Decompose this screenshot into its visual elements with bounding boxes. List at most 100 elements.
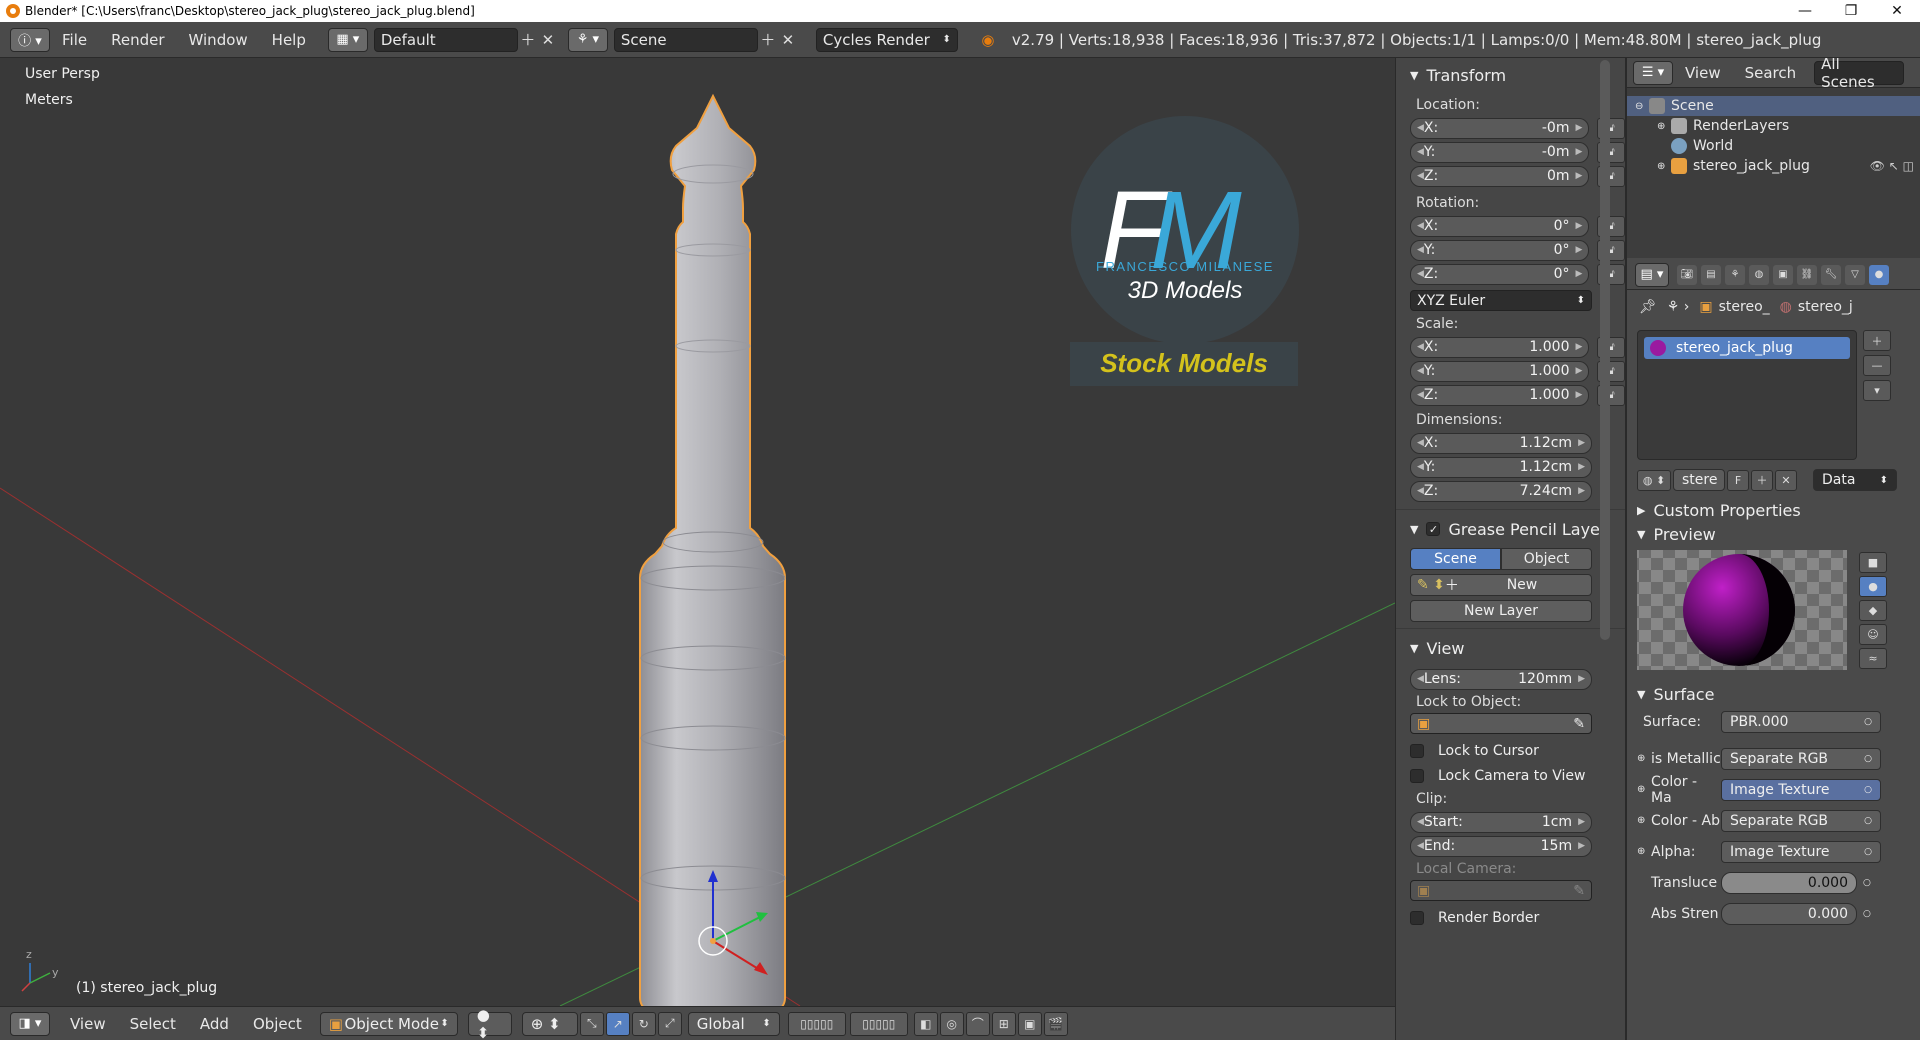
local-camera-field[interactable]: ▣ ✎ [1410,880,1592,901]
modifiers-tab-icon[interactable]: 🔧︎ [1821,264,1841,285]
translucency-field[interactable]: 0.000 [1721,871,1857,894]
material-tab-icon[interactable]: ● [1869,264,1889,285]
minimize-button[interactable]: — [1782,0,1828,22]
input-link-select[interactable]: Image Texture ○ [1721,778,1881,801]
increment-arrow-icon[interactable]: ▶ [1575,366,1582,376]
surface-select[interactable]: PBR.000 ○ [1721,710,1881,733]
clip-end-field[interactable]: ◀ End: 15m ▶ [1410,835,1592,857]
outliner-menu-search[interactable]: Search [1733,64,1809,82]
outliner-menu-view[interactable]: View [1673,64,1733,82]
expand-icon[interactable]: ⊕ [1657,161,1671,172]
pin-icon[interactable]: 📌︎ [1639,299,1657,315]
layout-name-field[interactable]: Default [373,27,518,52]
scale-manipulator-icon[interactable]: ⤢ [657,1011,682,1036]
increment-arrow-icon[interactable]: ▶ [1575,245,1582,255]
scene-tab-icon[interactable]: ⚘ [1725,264,1745,285]
data-tab-icon[interactable]: ▽ [1845,264,1865,285]
preview-hair-icon[interactable]: ≈ [1859,648,1887,669]
close-button[interactable]: ✕ [1874,0,1920,22]
location-z-field[interactable]: ◀ Z: 0m ▶ [1410,165,1590,187]
editor-type-outliner-icon[interactable]: ☰ ▾ [1633,60,1673,85]
menu-window[interactable]: Window [177,31,260,49]
rotation-x-field[interactable]: ◀ X: 0° ▶ [1410,215,1590,237]
expand-input-icon[interactable]: ⊕ [1637,753,1651,764]
grease-pencil-object-tab[interactable]: Object [1501,548,1592,570]
outliner-item-stereo-jack-plug[interactable]: ⊕ stereo_jack_plug 👁︎ ↖ ◫ [1627,156,1920,176]
preview-cube-icon[interactable]: ◆ [1859,600,1887,621]
rotation-y-field[interactable]: ◀ Y: 0° ▶ [1410,239,1590,261]
orientation-select[interactable]: Global ⬍ [687,1011,780,1036]
add-layout-icon[interactable]: ＋ [518,29,538,51]
custom-properties-header[interactable]: ▶ Custom Properties [1627,498,1920,522]
increment-arrow-icon[interactable]: ▶ [1578,462,1585,472]
remove-layout-icon[interactable]: ✕ [538,29,558,51]
constraints-tab-icon[interactable]: ⛓ [1797,264,1817,285]
preview-header[interactable]: ▼ Preview [1627,522,1920,546]
location-x-field[interactable]: ◀ X: -0m ▶ [1410,117,1590,139]
add-scene-icon[interactable]: ＋ [758,29,778,51]
increment-arrow-icon[interactable]: ▶ [1578,674,1585,684]
add-slot-icon[interactable]: ＋ [1863,330,1891,351]
decrement-arrow-icon[interactable]: ◀ [1417,245,1424,255]
menu-view[interactable]: View [58,1015,118,1033]
outliner-item-world[interactable]: World [1627,136,1920,156]
screen-layout-icon[interactable]: ▦ ▾ [327,27,368,52]
expand-input-icon[interactable]: ⊕ [1637,784,1651,795]
material-slot-item[interactable]: stereo_jack_plug [1644,337,1850,359]
increment-arrow-icon[interactable]: ▶ [1575,342,1582,352]
rotation-z-field[interactable]: ◀ Z: 0° ▶ [1410,263,1590,285]
visibility-eye-icon[interactable]: 👁︎ ↖ ◫ [1870,159,1914,173]
menu-add[interactable]: Add [188,1015,241,1033]
eyedropper-icon[interactable]: ✎ [1573,716,1585,732]
increment-arrow-icon[interactable]: ▶ [1578,841,1585,851]
decrement-arrow-icon[interactable]: ◀ [1417,342,1424,352]
render-tab-icon[interactable]: 📷︎ [1677,264,1697,285]
increment-arrow-icon[interactable]: ▶ [1575,171,1582,181]
snap-toggle-icon[interactable]: ⌒ [965,1011,990,1036]
outliner-item-scene[interactable]: ⊖ Scene [1627,96,1920,116]
pivot-select[interactable]: ⊕ ⬍ [521,1011,578,1036]
browse-material-icon[interactable]: ◍ ⬍ [1637,469,1671,491]
decrement-arrow-icon[interactable]: ◀ [1417,486,1424,496]
render-border-checkbox[interactable]: Render Border [1396,905,1625,930]
dimensions-z-field[interactable]: ◀ Z: 7.24cm ▶ [1410,480,1592,502]
dimensions-x-field[interactable]: ◀ X: 1.12cm ▶ [1410,432,1592,454]
sidebar-scrollbar[interactable] [1600,60,1610,640]
rotate-manipulator-icon[interactable]: ↻ [631,1011,656,1036]
material-name-field[interactable]: stere [1673,469,1725,491]
outliner-item-renderlayers[interactable]: ⊕ RenderLayers [1627,116,1920,136]
preview-sphere-icon[interactable]: ● [1859,576,1887,597]
proportional-edit-icon[interactable]: ◎ [939,1011,964,1036]
manipulator-toggle-icon[interactable]: ⤡ [579,1011,604,1036]
rotation-mode-select[interactable]: XYZ Euler ⬍ [1410,290,1592,311]
input-link-select[interactable]: Image Texture ○ [1721,840,1881,863]
render-engine-select[interactable]: Cycles Render ⬍ [815,27,958,52]
decrement-arrow-icon[interactable]: ◀ [1417,147,1424,157]
lens-field[interactable]: ◀ Lens: 120mm ▶ [1410,668,1592,690]
increment-arrow-icon[interactable]: ▶ [1578,817,1585,827]
layers-grid-2[interactable]: ▯▯▯▯▯ [849,1011,908,1036]
decrement-arrow-icon[interactable]: ◀ [1417,366,1424,376]
increment-arrow-icon[interactable]: ▶ [1575,221,1582,231]
eyedropper-icon[interactable]: ✎ [1573,883,1585,899]
lock-to-object-field[interactable]: ▣ ✎ [1410,713,1592,734]
unlink-material-icon[interactable]: ✕ [1775,469,1797,491]
render-animation-icon[interactable]: 🎬 [1043,1011,1068,1036]
remove-slot-icon[interactable]: — [1863,355,1891,376]
world-tab-icon[interactable]: ◍ [1749,264,1769,285]
input-link-select[interactable]: Separate RGB ○ [1721,747,1881,770]
renderlayers-tab-icon[interactable]: ▤ [1701,264,1721,285]
input-link-select[interactable]: Separate RGB ○ [1721,809,1881,832]
decrement-arrow-icon[interactable]: ◀ [1417,841,1424,851]
mode-select[interactable]: ▣ Object Mode ⬍ [319,1011,458,1036]
lock-to-cursor-checkbox[interactable]: Lock to Cursor [1396,738,1625,763]
layers-grid-1[interactable]: ▯▯▯▯▯ [787,1011,846,1036]
expand-icon[interactable]: ⊕ [1657,121,1671,132]
increment-arrow-icon[interactable]: ▶ [1578,438,1585,448]
editor-type-3dview-icon[interactable]: ◨ ▾ [10,1011,50,1036]
remove-scene-icon[interactable]: ✕ [778,29,798,51]
new-layer-button[interactable]: New Layer [1410,600,1592,622]
translate-manipulator-icon[interactable]: ↗ [605,1011,630,1036]
lock-camera-checkbox[interactable]: Lock Camera to View [1396,763,1625,788]
shading-select[interactable]: ● ⬍ [467,1006,512,1040]
